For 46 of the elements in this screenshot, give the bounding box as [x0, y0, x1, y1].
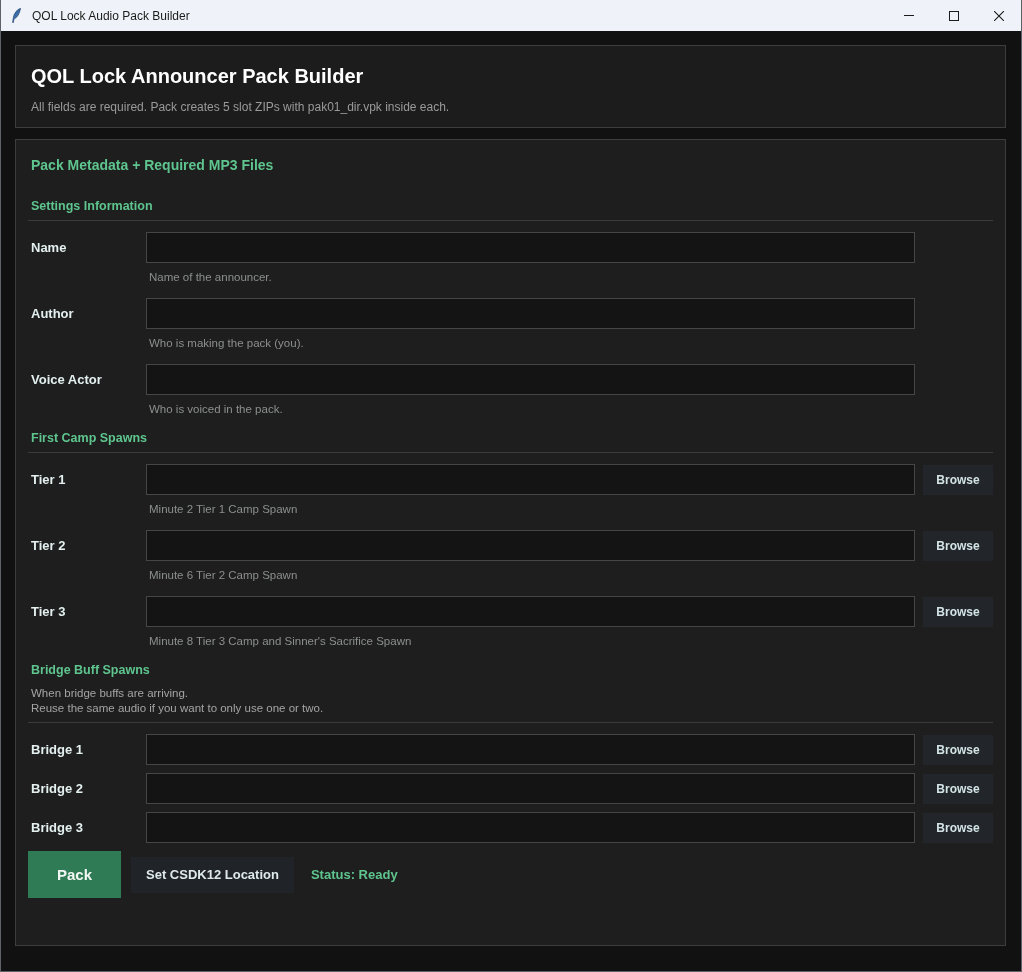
- field-label: Bridge 3: [30, 820, 84, 835]
- app-heading: QOL Lock Announcer Pack Builder: [31, 64, 365, 88]
- file-path-input[interactable]: [146, 464, 915, 495]
- help-text: Name of the announcer.: [148, 270, 273, 284]
- section-description: Reuse the same audio if you want to only use one or two.: [30, 701, 325, 716]
- browse-button[interactable]: Browse: [923, 596, 993, 627]
- browse-button[interactable]: Browse: [923, 464, 993, 495]
- field-label: Tier 2: [30, 538, 67, 553]
- browse-button[interactable]: Browse: [923, 530, 993, 561]
- text-input[interactable]: [146, 298, 915, 329]
- feather-icon: [12, 8, 21, 23]
- browse-button[interactable]: Browse: [923, 734, 993, 765]
- help-text: Minute 6 Tier 2 Camp Spawn: [148, 568, 299, 582]
- app-subtitle: All fields are required. Pack creates 5 slot ZIPs with pak01_dir.vpk inside each.: [31, 100, 451, 115]
- section-title: Settings Information: [30, 198, 154, 214]
- section-description: When bridge buffs are arriving.: [30, 686, 190, 701]
- section-title: First Camp Spawns: [30, 430, 148, 446]
- file-path-input[interactable]: [146, 530, 915, 561]
- field-label: Voice Actor: [30, 372, 103, 387]
- file-path-input[interactable]: [146, 812, 915, 843]
- browse-button[interactable]: Browse: [923, 773, 993, 804]
- help-text: Who is voiced in the pack.: [148, 402, 284, 416]
- text-input[interactable]: [146, 364, 915, 395]
- browse-button[interactable]: Browse: [923, 812, 993, 843]
- field-label: Author: [30, 306, 75, 321]
- status-text: Status: Ready: [310, 867, 398, 882]
- minimize-icon: [903, 15, 914, 16]
- file-path-input[interactable]: [146, 773, 915, 804]
- field-label: Name: [30, 240, 68, 255]
- file-path-input[interactable]: [146, 596, 915, 627]
- close-icon: [993, 10, 1004, 21]
- help-text: Minute 2 Tier 1 Camp Spawn: [148, 502, 299, 516]
- field-label: Bridge 1: [30, 742, 84, 757]
- file-path-input[interactable]: [146, 734, 915, 765]
- help-text: Minute 8 Tier 3 Camp and Sinner's Sacrifice Spawn: [148, 634, 413, 648]
- maximize-icon: [948, 10, 959, 21]
- field-label: Tier 1: [30, 472, 67, 487]
- section-title: Bridge Buff Spawns: [30, 662, 151, 678]
- window-title: QOL Lock Audio Pack Builder: [32, 8, 191, 23]
- form-title: Pack Metadata + Required MP3 Files: [30, 156, 275, 174]
- field-label: Tier 3: [30, 604, 67, 619]
- field-label: Bridge 2: [30, 781, 84, 796]
- set-location-button[interactable]: Set CSDK12 Location: [131, 856, 294, 893]
- help-text: Who is making the pack (you).: [148, 336, 305, 350]
- text-input[interactable]: [146, 232, 915, 263]
- pack-button[interactable]: Pack: [28, 851, 121, 898]
